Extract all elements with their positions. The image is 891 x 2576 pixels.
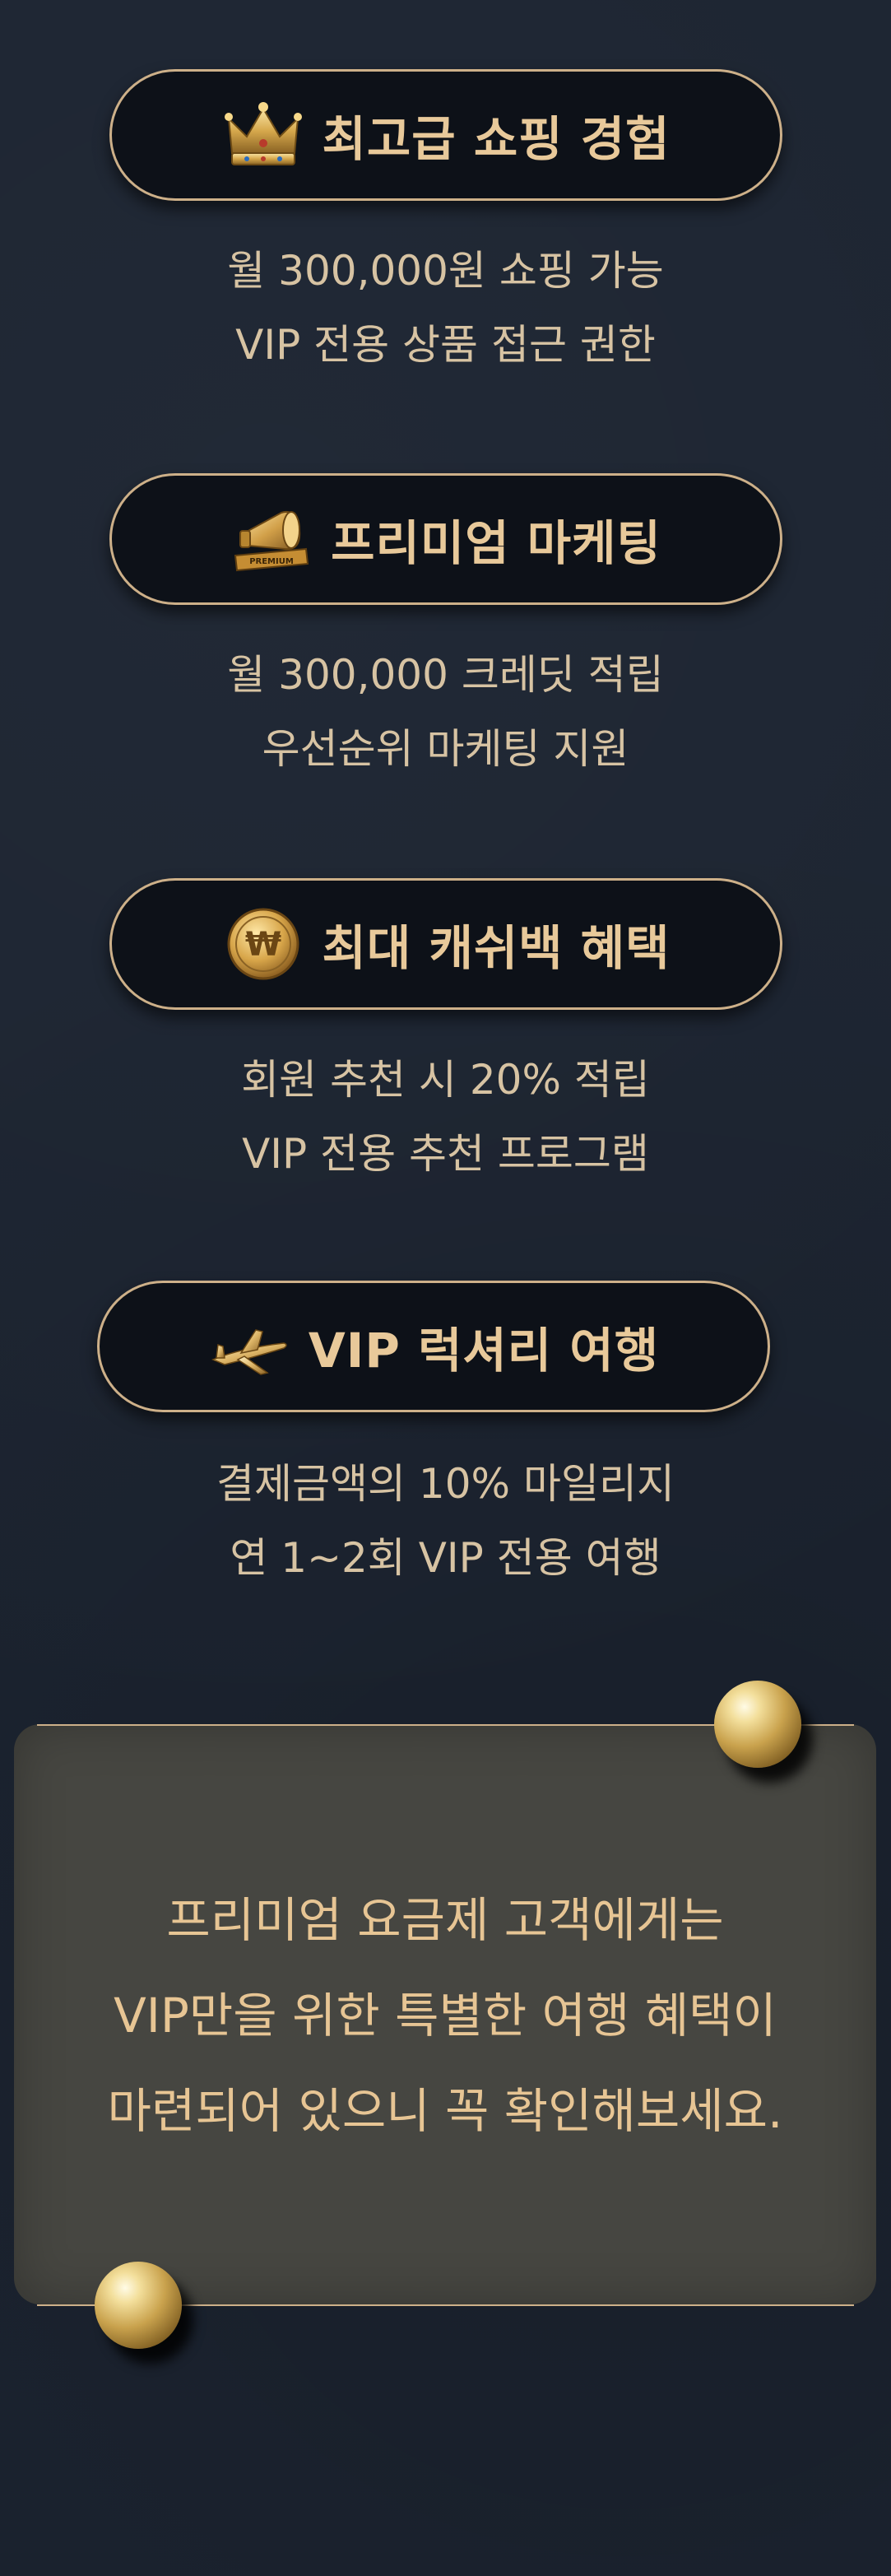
benefit-marketing-title-pill: PREMIUM 프리미엄 마케팅 (109, 473, 782, 605)
benefit-cashback-title: 최대 캐쉬백 혜택 (322, 920, 671, 976)
benefit-shopping-description: 월 300,000원 쇼핑 가능 VIP 전용 상품 접근 권한 (0, 234, 891, 382)
notice-line-1: 프리미엄 요금제 고객에게는 (166, 1892, 724, 1948)
notice-message: 프리미엄 요금제 고객에게는 VIP만을 위한 특별한 여행 혜택이 마련되어 … (14, 1872, 876, 2159)
benefit-travel-line-2: 연 1~2회 VIP 전용 여행 (230, 1534, 661, 1582)
benefit-marketing-description: 월 300,000 크레딧 적립 우선순위 마케팅 지원 (0, 638, 891, 786)
gold-pearl-decoration-top (714, 1681, 801, 1768)
notice-line-3: 마련되어 있으니 꼭 확인해보세요. (107, 2083, 783, 2139)
benefit-travel-title: VIP 럭셔리 여행 (308, 1323, 660, 1379)
benefit-cashback-description: 회원 추천 시 20% 적립 VIP 전용 추천 프로그램 (0, 1043, 891, 1191)
premium-megaphone-icon: PREMIUM (234, 511, 309, 572)
benefit-cashback-title-pill: ₩ 최대 캐쉬백 혜택 (109, 878, 782, 1010)
svg-text:₩: ₩ (244, 926, 281, 964)
gold-airplane-icon (211, 1329, 287, 1375)
benefit-shopping-title: 최고급 쇼핑 경험 (322, 111, 671, 167)
benefit-shopping-line-1: 월 300,000원 쇼핑 가능 (227, 247, 664, 295)
benefit-cashback-line-2: VIP 전용 추천 프로그램 (242, 1130, 649, 1178)
benefit-travel-title-pill: VIP 럭셔리 여행 (97, 1281, 770, 1412)
benefit-marketing-line-1: 월 300,000 크레딧 적립 (227, 651, 664, 699)
benefit-travel-line-1: 결제금액의 10% 마일리지 (216, 1460, 675, 1508)
crown-icon (224, 102, 302, 165)
benefit-shopping-line-2: VIP 전용 상품 접근 권한 (235, 321, 656, 369)
gold-pearl-decoration-bottom (95, 2262, 182, 2349)
benefit-marketing-title: 프리미엄 마케팅 (331, 515, 661, 571)
benefit-travel-description: 결제금액의 10% 마일리지 연 1~2회 VIP 전용 여행 (0, 1447, 891, 1595)
benefit-shopping-title-pill: 최고급 쇼핑 경험 (109, 69, 782, 201)
gold-won-coin-icon: ₩ (227, 908, 299, 980)
notice-line-2: VIP만을 위한 특별한 여행 혜택이 (114, 1988, 777, 2044)
benefit-cashback-line-1: 회원 추천 시 20% 적립 (241, 1056, 650, 1104)
benefit-marketing-line-2: 우선순위 마케팅 지원 (262, 725, 629, 773)
svg-text:PREMIUM: PREMIUM (249, 557, 294, 566)
